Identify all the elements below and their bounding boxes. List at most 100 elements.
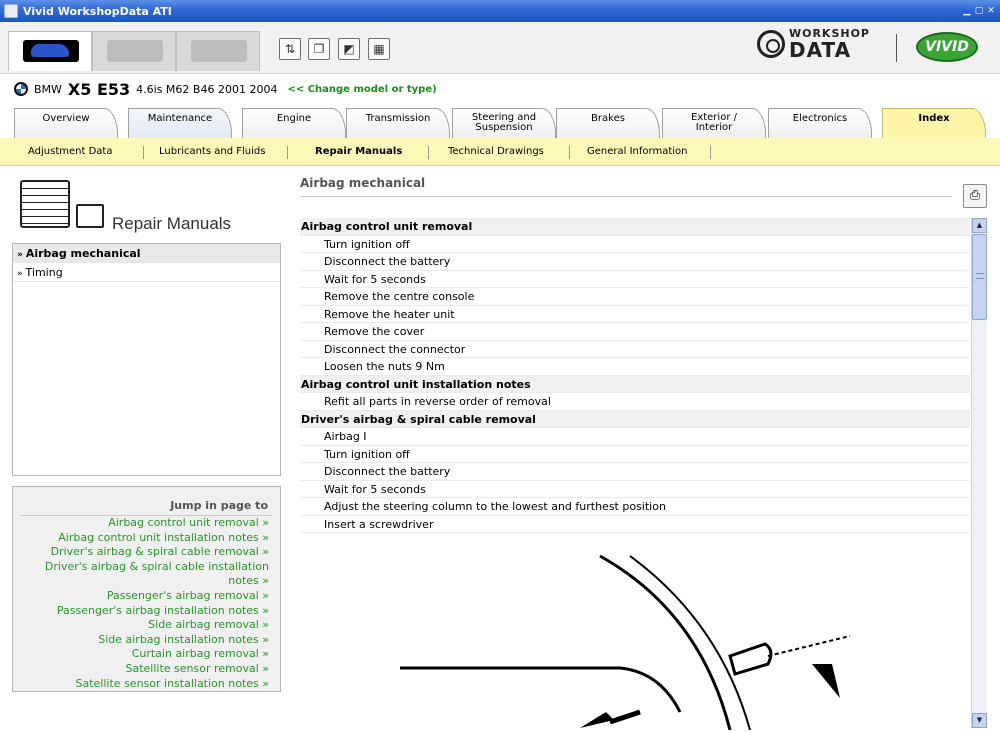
jump-link[interactable]: Satellite sensor removal » bbox=[21, 662, 272, 677]
steering-column bbox=[400, 666, 682, 713]
jump-link[interactable]: Curtain airbag removal » bbox=[21, 647, 272, 662]
screwdriver-handle bbox=[728, 642, 773, 676]
subtab-repair-manuals[interactable]: Repair Manuals bbox=[315, 146, 402, 157]
jump-link[interactable]: Satellite sensor installation notes » bbox=[21, 677, 272, 692]
subtab-divider bbox=[710, 146, 711, 159]
bmw-logo-icon bbox=[14, 82, 28, 96]
jump-in-page-box: Jump in page to Airbag control unit remo… bbox=[12, 486, 281, 692]
procedure-step: Remove the centre console bbox=[300, 288, 970, 306]
jump-link[interactable]: Driver's airbag & spiral cable installat… bbox=[21, 560, 272, 575]
jump-link[interactable]: Side airbag removal » bbox=[21, 618, 272, 633]
subtab-lubricants-fluids[interactable]: Lubricants and Fluids bbox=[159, 146, 265, 157]
procedure-step: Wait for 5 seconds bbox=[300, 271, 970, 288]
subtab-divider bbox=[569, 146, 570, 159]
subtab-divider bbox=[143, 146, 144, 159]
logo-divider bbox=[896, 34, 897, 62]
tab-brakes[interactable]: Brakes bbox=[556, 108, 660, 139]
steering-wheel-rim-inner bbox=[629, 555, 751, 730]
nut-icon bbox=[756, 30, 785, 58]
scroll-down-button[interactable]: ▼ bbox=[972, 713, 987, 728]
procedure-step: Loosen the nuts 9 Nm bbox=[300, 358, 970, 376]
section-heading: Airbag control unit removal bbox=[300, 218, 970, 236]
tab-steering-suspension[interactable]: Steering and Suspension bbox=[452, 108, 556, 139]
subtab-divider bbox=[287, 146, 288, 159]
procedure-step: Disconnect the battery bbox=[300, 253, 970, 271]
jump-link[interactable]: Driver's airbag & spiral cable removal » bbox=[21, 545, 272, 560]
subtab-technical-drawings[interactable]: Technical Drawings bbox=[448, 146, 544, 157]
procedure-step: Adjust the steering column to the lowest… bbox=[300, 498, 970, 516]
vivid-logo: VIVID bbox=[916, 32, 978, 62]
subtab-divider bbox=[428, 146, 429, 159]
insert-arrow-icon bbox=[812, 664, 840, 698]
manual-stack-icon bbox=[20, 180, 70, 228]
scroll-up-button[interactable]: ▲ bbox=[972, 218, 987, 233]
procedure-step: Insert a screwdriver bbox=[300, 516, 970, 533]
jump-title: Jump in page to bbox=[170, 499, 268, 512]
tab-transmission[interactable]: Transmission bbox=[346, 108, 450, 139]
jump-link[interactable]: notes » bbox=[21, 574, 272, 589]
airbag-illustration bbox=[400, 554, 851, 730]
print-button[interactable]: ⎙ bbox=[963, 184, 987, 208]
scroll-thumb[interactable] bbox=[972, 234, 987, 320]
drawing-icon: ◩ bbox=[343, 42, 355, 56]
tab-engine[interactable]: Engine bbox=[242, 108, 346, 139]
tab-electronics[interactable]: Electronics bbox=[768, 108, 872, 139]
jump-link[interactable]: Passenger's airbag installation notes » bbox=[21, 604, 272, 619]
content-title: Airbag mechanical bbox=[300, 176, 426, 190]
calculator-button[interactable]: ▦ bbox=[368, 38, 390, 60]
section-heading: Driver's airbag & spiral cable removal bbox=[300, 410, 970, 428]
model-name: X5 E53 bbox=[67, 79, 131, 99]
model-detail: 4.6is M62 B46 2001 2004 bbox=[136, 82, 278, 96]
procedure-step: Airbag I bbox=[300, 428, 970, 446]
vehicle-tab-car[interactable] bbox=[8, 31, 92, 71]
model-make: BMW bbox=[34, 82, 62, 96]
title-divider bbox=[300, 196, 952, 197]
procedure-list: Airbag control unit removal Turn ignition… bbox=[300, 218, 970, 533]
steering-wheel-rim bbox=[599, 554, 732, 730]
main-tabs: Overview Maintenance Engine Transmission… bbox=[0, 106, 1000, 140]
close-button[interactable]: ✕ bbox=[986, 6, 996, 16]
tab-overview[interactable]: Overview bbox=[14, 108, 118, 139]
adjust-tool-button[interactable]: ⇅ bbox=[279, 38, 301, 60]
list-item[interactable]: » Timing bbox=[13, 263, 280, 282]
tab-maintenance[interactable]: Maintenance bbox=[128, 108, 232, 139]
screwdriver-path bbox=[767, 635, 851, 657]
chevron-right-icon: » bbox=[17, 269, 23, 279]
procedure-step: Remove the heater unit bbox=[300, 306, 970, 323]
procedure-step: Turn ignition off bbox=[300, 236, 970, 253]
maximize-button[interactable]: ▢ bbox=[974, 6, 984, 16]
grip-icon bbox=[976, 273, 984, 279]
tab-exterior-interior[interactable]: Exterior / Interior bbox=[662, 108, 766, 139]
tab-index[interactable]: Index bbox=[882, 108, 986, 140]
procedure-step: Disconnect the battery bbox=[300, 463, 970, 481]
subtab-general-information[interactable]: General Information bbox=[587, 146, 687, 157]
open-book-icon bbox=[76, 204, 104, 228]
list-item[interactable]: » Airbag mechanical bbox=[13, 244, 280, 263]
jump-link[interactable]: Airbag control unit removal » bbox=[21, 516, 272, 531]
change-model-link[interactable]: << Change model or type) bbox=[287, 84, 436, 95]
content-scrollbar[interactable]: ▲ ▼ bbox=[971, 218, 987, 728]
adjust-tool-icon: ⇅ bbox=[284, 42, 296, 56]
jump-link[interactable]: Passenger's airbag removal » bbox=[21, 589, 272, 604]
drawing-button[interactable]: ◩ bbox=[338, 38, 360, 60]
procedure-step: Remove the cover bbox=[300, 323, 970, 341]
jump-link[interactable]: Airbag control unit installation notes » bbox=[21, 531, 272, 546]
subtab-adjustment-data[interactable]: Adjustment Data bbox=[28, 146, 112, 157]
brand-line2: DATA bbox=[788, 38, 852, 62]
vehicle-tab-van[interactable] bbox=[92, 31, 176, 71]
app-icon bbox=[4, 4, 18, 18]
procedure-step: Turn ignition off bbox=[300, 446, 970, 463]
repair-manuals-heading: Repair Manuals bbox=[112, 214, 232, 233]
direction-arrow-icon bbox=[580, 712, 614, 728]
repair-manuals-header: Repair Manuals bbox=[18, 176, 280, 236]
minimize-button[interactable]: ▁ bbox=[962, 6, 972, 16]
screwdriver-tip bbox=[609, 709, 641, 725]
window-title: Vivid WorkshopData ATI bbox=[23, 4, 172, 18]
section-heading: Airbag control unit installation notes bbox=[300, 375, 970, 393]
window-titlebar: Vivid WorkshopData ATI ▁ ▢ ✕ bbox=[0, 0, 1000, 22]
vehicle-tab-truck[interactable] bbox=[176, 31, 260, 71]
jump-link[interactable]: Side airbag installation notes » bbox=[21, 633, 272, 648]
copy-pages-button[interactable]: ❐ bbox=[308, 38, 330, 60]
procedure-step: Disconnect the connector bbox=[300, 341, 970, 358]
workshopdata-logo: WORKSHOP DATA bbox=[756, 28, 870, 62]
